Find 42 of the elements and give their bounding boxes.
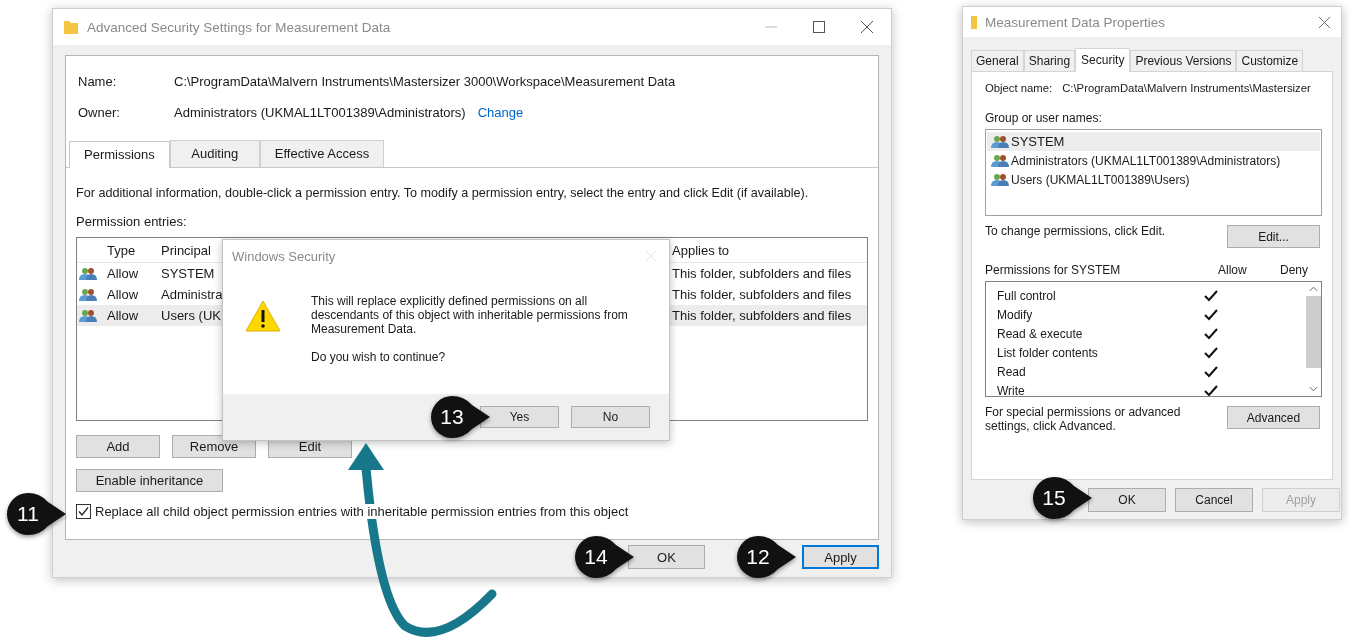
field-label: Name: — [78, 74, 118, 89]
permission-name: List folder contents — [997, 345, 1099, 360]
step-callout: 14 — [574, 535, 636, 579]
table-cell: This folder, subfolders and files — [672, 308, 852, 323]
column-header: Deny — [1280, 263, 1309, 277]
step-callout: 12 — [736, 535, 798, 579]
table-cell: Allow — [107, 266, 139, 281]
permission-name: Full control — [997, 288, 1057, 303]
owner-text: Administrators (UKMAL1LT001389\Administrators) — [174, 105, 466, 120]
permission-name: Read — [997, 364, 1027, 379]
step-callout: 13 — [430, 395, 492, 439]
user-name: Administrators (UKMAL1LT001389\Administrators) — [1011, 153, 1281, 168]
window-title: Advanced Security Settings for Measurement Data — [87, 19, 391, 35]
step-callout: 11 — [6, 492, 68, 536]
hint-text: For special permissions or advanced settings, click Advanced. — [985, 405, 1182, 433]
table-cell: Users (UK — [161, 308, 221, 323]
table-cell: This folder, subfolders and files — [672, 266, 852, 281]
dialog-message: This will replace explicitly defined permissions on all descendants of this object with inheritable permissions from Measurement Data. — [311, 294, 629, 336]
field-label: Object name: — [985, 82, 1053, 94]
info-text: For additional information, double-click a permission entry. To modify a permission entry, select the entry and click Edit (if available). — [76, 186, 810, 200]
user-name: SYSTEM — [1011, 134, 1065, 149]
user-name: Users (UKMAL1LT001389\Users) — [1011, 172, 1190, 187]
dialog-title: Windows Security — [232, 248, 336, 264]
permission-name: Read & execute — [997, 326, 1084, 341]
path-text: C:\ProgramData\Malvern Instruments\Mastersizer 3000\Workspace\Measurement Data — [174, 74, 677, 89]
permission-name: Modify — [997, 307, 1034, 322]
table-cell: Allow — [107, 287, 139, 302]
path-text: C:\ProgramData\Malvern Instruments\Mastersizer — [1062, 82, 1311, 94]
section-label: Group or user names: — [985, 111, 1103, 125]
column-header: Allow — [1218, 263, 1248, 277]
permission-name: Write — [997, 383, 1026, 396]
table-cell: Administra — [161, 287, 223, 302]
section-label: Permissions for SYSTEM — [985, 263, 1122, 277]
field-label: Owner: — [78, 105, 121, 120]
table-cell: This folder, subfolders and files — [672, 287, 852, 302]
hint-text: To change permissions, click Edit. — [985, 224, 1166, 238]
step-callout: 15 — [1032, 476, 1094, 520]
section-label: Permission entries: — [76, 214, 188, 229]
table-cell: Allow — [107, 308, 139, 323]
dialog-question: Do you wish to continue? — [311, 350, 447, 364]
table-cell: SYSTEM — [161, 266, 215, 281]
window-title: Measurement Data Properties — [985, 14, 1166, 30]
